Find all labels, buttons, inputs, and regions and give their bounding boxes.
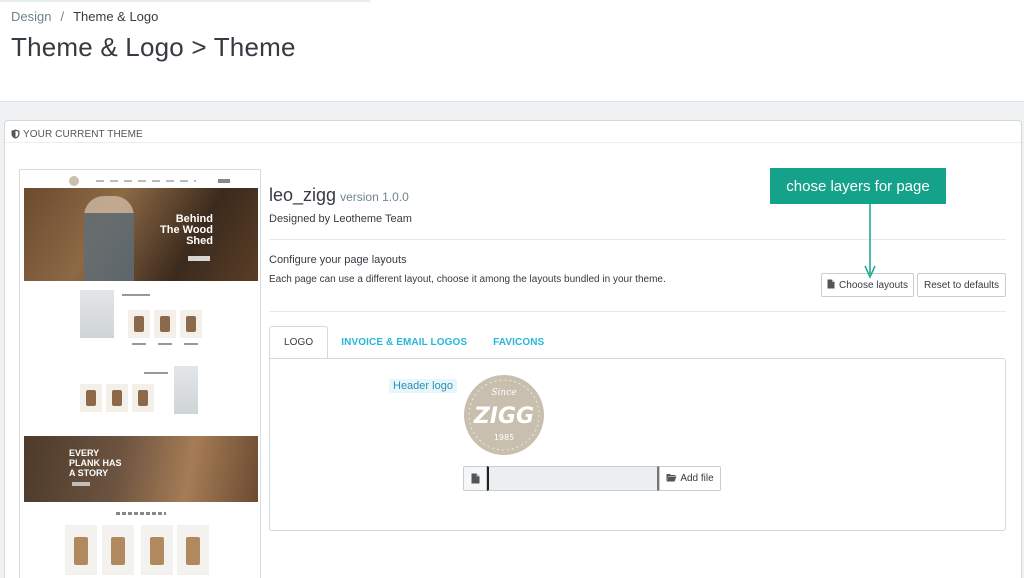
preview-navbar xyxy=(24,174,256,188)
folder-open-icon xyxy=(666,473,677,485)
preview-product xyxy=(80,384,102,412)
layouts-title: Configure your page layouts xyxy=(269,254,407,266)
preview-chair xyxy=(141,525,173,575)
preview-menu xyxy=(96,180,196,182)
shield-icon xyxy=(11,129,20,139)
theme-preview-image: Behind The Wood Shed EVERY PLANK HAS A S… xyxy=(19,169,261,578)
reset-to-defaults-label: Reset to defaults xyxy=(923,279,1000,291)
tab-favicons[interactable]: FAVICONS xyxy=(480,326,557,359)
preview-hero-person xyxy=(84,196,134,281)
logo-file-upload: Add file xyxy=(463,466,721,491)
preview-caption xyxy=(132,343,146,345)
preview-caption xyxy=(144,372,168,374)
add-file-label: Add file xyxy=(680,473,714,484)
annotation-callout: chose layers for page xyxy=(770,168,946,204)
preview-hero-banner: Behind The Wood Shed xyxy=(24,188,258,281)
logo-tab-panel: Header logo Since ZIGG 1985 Add file xyxy=(269,358,1006,531)
page-header: Design / Theme & Logo Theme & Logo > Theme xyxy=(0,0,1024,102)
preview-caption xyxy=(122,294,150,296)
preview-chair xyxy=(177,525,209,575)
choose-layouts-label: Choose layouts xyxy=(839,279,908,291)
breadcrumb-current: Theme & Logo xyxy=(73,9,159,24)
current-theme-panel: YOUR CURRENT THEME Behind The Wood Shed xyxy=(4,120,1022,578)
preview-caption xyxy=(158,343,172,345)
preview-story-text-content: EVERY PLANK HAS A STORY xyxy=(69,448,122,478)
reset-to-defaults-button[interactable]: Reset to defaults xyxy=(917,273,1006,297)
theme-author: Designed by Leotheme Team xyxy=(269,213,412,225)
divider xyxy=(269,311,1006,312)
logo-year-text: 1985 xyxy=(494,433,514,442)
preview-product xyxy=(128,310,150,338)
logo-tabs: LOGO INVOICE & EMAIL LOGOS FAVICONS xyxy=(269,326,557,359)
preview-story-button xyxy=(72,482,90,486)
add-file-button[interactable]: Add file xyxy=(659,466,721,491)
layouts-description: Each page can use a different layout, ch… xyxy=(269,274,666,285)
logo-since-text: Since xyxy=(491,388,516,398)
panel-heading-label: YOUR CURRENT THEME xyxy=(23,128,143,140)
preview-cart-icon xyxy=(218,179,230,183)
preview-section-title xyxy=(116,512,166,515)
preview-hero-text: Behind The Wood Shed xyxy=(160,214,213,247)
tab-invoice-email-logos-label: INVOICE & EMAIL LOGOS xyxy=(341,337,468,348)
file-icon xyxy=(827,279,835,292)
breadcrumb-parent[interactable]: Design xyxy=(11,9,51,24)
preview-logo xyxy=(69,176,79,186)
file-icon[interactable] xyxy=(463,466,487,491)
preview-story-text: EVERY PLANK HAS A STORY xyxy=(69,448,122,478)
preview-room-image xyxy=(80,290,114,338)
tab-logo-label: LOGO xyxy=(284,337,314,348)
page-title: Theme & Logo > Theme xyxy=(11,32,296,62)
preview-product xyxy=(106,384,128,412)
header-logo-label: Header logo xyxy=(389,379,457,393)
preview-hero-button xyxy=(188,256,210,261)
tab-logo[interactable]: LOGO xyxy=(269,326,329,359)
theme-version: version 1.0.0 xyxy=(340,190,409,204)
logo-main-text: ZIGG xyxy=(473,404,534,429)
annotation-arrow-icon xyxy=(864,204,876,279)
panel-heading: YOUR CURRENT THEME xyxy=(5,121,1021,143)
preview-chair xyxy=(65,525,97,575)
tab-favicons-label: FAVICONS xyxy=(493,337,545,348)
preview-caption xyxy=(184,343,198,345)
divider xyxy=(269,239,1006,240)
theme-name: leo_zigg version 1.0.0 xyxy=(269,185,409,206)
annotation-text: chose layers for page xyxy=(786,177,930,195)
logo-file-input[interactable] xyxy=(487,466,659,491)
preview-products-section xyxy=(24,288,258,428)
top-divider xyxy=(0,0,370,2)
preview-chair xyxy=(102,525,134,575)
tab-invoice-email-logos[interactable]: INVOICE & EMAIL LOGOS xyxy=(328,326,480,359)
preview-room-image xyxy=(174,366,198,414)
preview-product xyxy=(154,310,176,338)
header-logo-image: Since ZIGG 1985 xyxy=(464,375,544,455)
preview-hero-text-content: Behind The Wood Shed xyxy=(160,213,213,247)
preview-product xyxy=(180,310,202,338)
theme-name-text: leo_zigg xyxy=(269,185,337,205)
preview-chairs-row xyxy=(65,525,255,578)
preview-story-banner: EVERY PLANK HAS A STORY xyxy=(24,436,258,502)
breadcrumb: Design / Theme & Logo xyxy=(11,9,158,24)
preview-product xyxy=(132,384,154,412)
breadcrumb-separator: / xyxy=(60,9,65,24)
